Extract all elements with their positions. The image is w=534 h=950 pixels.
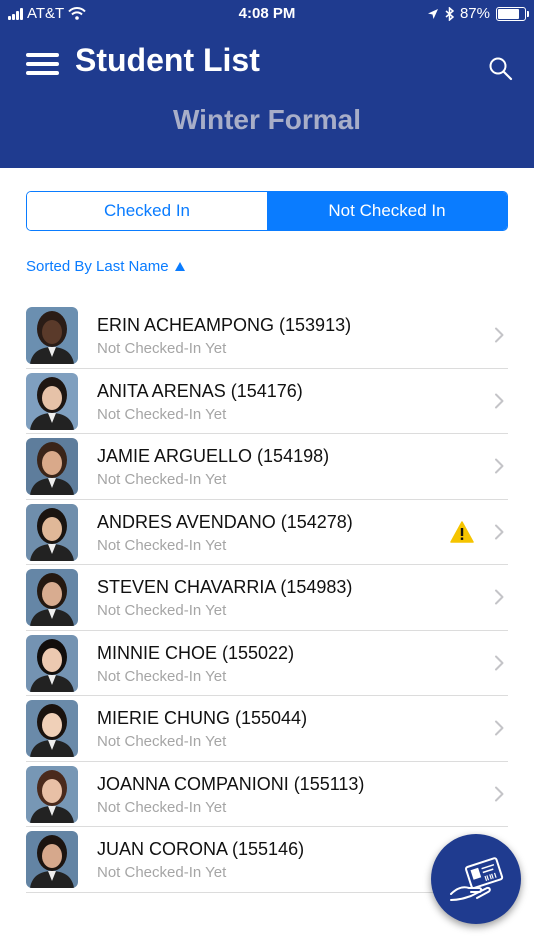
student-list: ERIN ACHEAMPONG (153913) Not Checked-In Y… (26, 303, 508, 893)
location-icon (427, 8, 438, 19)
bluetooth-icon (445, 6, 454, 21)
checkin-status: Not Checked-In Yet (97, 733, 227, 750)
student-photo (26, 307, 78, 364)
student-row[interactable]: JAMIE ARGUELLO (154198) Not Checked-In Ye… (26, 434, 508, 500)
event-title: Winter Formal (173, 104, 361, 135)
student-photo (26, 372, 78, 430)
student-row[interactable]: STEVEN CHAVARRIA (154983) Not Checked-In … (26, 565, 508, 631)
student-photo (26, 700, 78, 757)
page-title: Student List (75, 42, 260, 78)
chevron-right-icon (495, 786, 504, 801)
student-name: JUAN CORONA (155146) (97, 839, 305, 859)
student-photo (26, 831, 78, 888)
student-photo (26, 569, 78, 626)
student-row[interactable]: MINNIE CHOE (155022) Not Checked-In Yet (26, 631, 508, 696)
student-photo (26, 634, 78, 692)
checkin-status: Not Checked-In Yet (97, 864, 227, 881)
student-name: ANITA ARENAS (154176) (97, 380, 303, 401)
chevron-right-icon (495, 589, 504, 605)
tab-checked-in[interactable]: Checked In (27, 192, 267, 230)
student-name: JAMIE ARGUELLO (154198) (97, 446, 330, 466)
checkin-status: Not Checked-In Yet (97, 667, 227, 685)
chevron-right-icon (495, 393, 504, 408)
hamburger-menu-icon[interactable] (26, 53, 59, 75)
battery-percent: 87% (459, 5, 490, 22)
student-photo (26, 503, 78, 561)
checkin-status: Not Checked-In Yet (97, 340, 227, 357)
tab-not-checked-in[interactable]: Not Checked In (267, 192, 507, 230)
chevron-right-icon (495, 655, 504, 670)
search-icon[interactable] (487, 55, 515, 83)
checkin-status: Not Checked-In Yet (97, 798, 227, 816)
student-row[interactable]: ANDRES AVENDANO (154278) Not Checked-In Y… (26, 500, 508, 565)
student-name: JOANNA COMPANIONI (155113) (97, 773, 365, 794)
checkin-status: Not Checked-In Yet (97, 602, 227, 619)
student-name: MINNIE CHOE (155022) (97, 642, 295, 663)
student-name: ANDRES AVENDANO (154278) (97, 511, 353, 532)
checkin-status: Not Checked-In Yet (97, 405, 227, 423)
checkin-status: Not Checked-In Yet (97, 471, 227, 488)
chevron-right-icon (495, 458, 504, 474)
student-name: STEVEN CHAVARRIA (154983) (97, 577, 353, 597)
student-photo (26, 765, 78, 823)
student-name: ERIN ACHEAMPONG (153913) (97, 315, 352, 335)
student-row[interactable]: JOANNA COMPANIONI (155113) Not Checked-In… (26, 762, 508, 827)
sort-toggle[interactable]: Sorted By Last Name (26, 258, 185, 275)
sort-ascending-icon (174, 262, 185, 271)
student-row[interactable]: ANITA ARENAS (154176) Not Checked-In Yet (26, 369, 508, 434)
checkin-status: Not Checked-In Yet (97, 536, 227, 554)
student-photo (26, 438, 78, 495)
scan-id-card-button[interactable] (431, 834, 521, 924)
chevron-right-icon (495, 327, 504, 343)
checkin-filter-tabs: Checked In Not Checked In (26, 191, 508, 231)
sort-label: Sorted By Last Name (26, 258, 169, 275)
warning-icon (450, 520, 474, 543)
student-row[interactable]: ERIN ACHEAMPONG (153913) Not Checked-In Y… (26, 303, 508, 369)
app-header: AT&T 4:08 PM 87% Student List Winter For… (0, 0, 534, 168)
student-row[interactable]: MIERIE CHUNG (155044) Not Checked-In Yet (26, 696, 508, 762)
student-name: MIERIE CHUNG (155044) (97, 708, 308, 728)
id-card-scan-icon (450, 857, 504, 901)
battery-icon (496, 6, 529, 21)
chevron-right-icon (495, 720, 504, 736)
chevron-right-icon (495, 524, 504, 539)
status-bar: AT&T 4:08 PM 87% (0, 0, 534, 30)
